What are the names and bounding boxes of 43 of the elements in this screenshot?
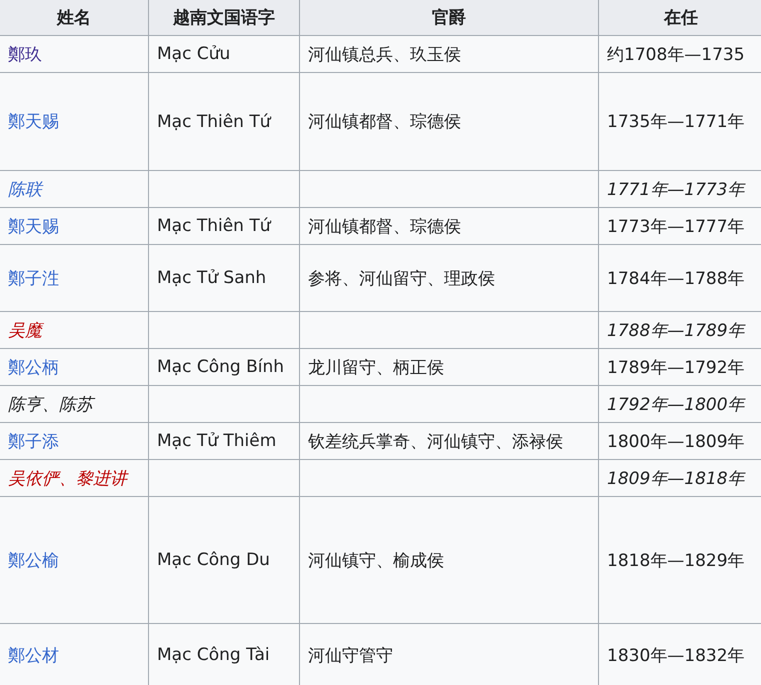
person-link[interactable]: 鄭公榆 bbox=[8, 550, 59, 570]
person-link[interactable]: 鄭子添 bbox=[8, 432, 59, 452]
table-cell: 1773年—1777年 bbox=[598, 208, 761, 244]
table-cell: 钦差统兵掌奇、河仙镇守、添禄侯 bbox=[300, 422, 598, 460]
table-cell: 河仙守管守 bbox=[300, 624, 598, 685]
table-cell: 1789年—1792年 bbox=[598, 348, 761, 386]
column-header: 在任 bbox=[598, 0, 761, 36]
person-link[interactable]: 鄭天赐 bbox=[8, 112, 59, 132]
table-cell: Mạc Công Tài bbox=[148, 624, 300, 685]
table-cell: 1800年—1809年 bbox=[598, 422, 761, 460]
table-cell: Mạc Tử Sanh bbox=[148, 244, 300, 312]
table-cell: 河仙镇都督、琮德侯 bbox=[300, 208, 598, 244]
table-cell: 1771年—1773年 bbox=[598, 170, 761, 208]
table-cell: 河仙镇总兵、玖玉侯 bbox=[300, 36, 598, 72]
table-cell: Mạc Công Du bbox=[148, 496, 300, 624]
table-cell: 河仙镇都督、琮德侯 bbox=[300, 72, 598, 170]
person-link[interactable]: 鄭天赐 bbox=[8, 216, 59, 236]
person-link[interactable]: 鄭子泩 bbox=[8, 268, 59, 288]
person-link[interactable]: 陈联 bbox=[8, 180, 42, 200]
table-cell: Mạc Thiên Tứ bbox=[148, 208, 300, 244]
table-cell: Mạc Công Bính bbox=[148, 348, 300, 386]
table-cell: Mạc Thiên Tứ bbox=[148, 72, 300, 170]
person-link[interactable]: 吴魔 bbox=[8, 320, 42, 340]
column-header: 越南文国语字 bbox=[148, 0, 300, 36]
table-cell: Mạc Tử Thiêm bbox=[148, 422, 300, 460]
table-cell: Mạc Cửu bbox=[148, 36, 300, 72]
column-header: 官爵 bbox=[300, 0, 598, 36]
table-cell: 龙川留守、柄正侯 bbox=[300, 348, 598, 386]
table-cell: 1735年—1771年 bbox=[598, 72, 761, 170]
table-cell: 参将、河仙留守、理政侯 bbox=[300, 244, 598, 312]
person-name: 陈亨、陈苏 bbox=[8, 394, 93, 414]
table-cell: 1788年—1789年 bbox=[598, 312, 761, 348]
table-cell: 约1708年—1735 bbox=[598, 36, 761, 72]
table-cell: 河仙镇守、榆成侯 bbox=[300, 496, 598, 624]
column-header: 姓名 bbox=[0, 0, 148, 36]
person-link[interactable]: 鄭玖 bbox=[8, 44, 42, 64]
table-cell: 1818年—1829年 bbox=[598, 496, 761, 624]
table-cell: 1792年—1800年 bbox=[598, 386, 761, 422]
table-cell: 1830年—1832年 bbox=[598, 624, 761, 685]
table-cell: 1784年—1788年 bbox=[598, 244, 761, 312]
person-link[interactable]: 鄭公柄 bbox=[8, 358, 59, 378]
table-cell: 1809年—1818年 bbox=[598, 460, 761, 496]
person-link[interactable]: 鄭公材 bbox=[8, 646, 59, 666]
